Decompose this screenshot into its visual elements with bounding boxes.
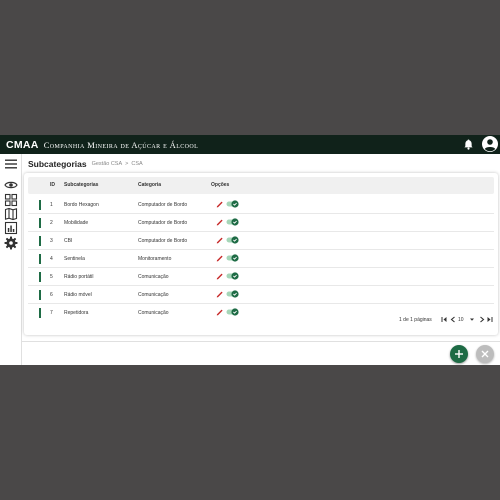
brand-subtitle: Companhia Mineira de Açúcar e Álcool xyxy=(43,139,199,150)
table-row: 4 Sentinela Monitoramento xyxy=(28,250,494,268)
cell-subcategoria: Sentinela xyxy=(64,256,85,262)
column-header-id[interactable]: ID xyxy=(50,182,55,188)
toggle-on-icon[interactable] xyxy=(226,308,239,316)
status-indicator xyxy=(39,290,41,300)
page-size-select[interactable]: 10 xyxy=(458,317,464,323)
edit-icon[interactable] xyxy=(216,290,224,298)
prev-page-icon[interactable] xyxy=(450,316,456,323)
edit-icon[interactable] xyxy=(216,272,224,280)
edit-icon[interactable] xyxy=(216,308,224,316)
table-row: 3 CBI Computador de Bordo xyxy=(28,232,494,250)
cell-subcategoria: CBI xyxy=(64,238,73,244)
status-indicator xyxy=(39,254,41,264)
toggle-on-icon[interactable] xyxy=(226,254,239,262)
account-icon[interactable] xyxy=(482,136,498,152)
page-header: Subcategorias Gestão CSA > CSA xyxy=(28,157,143,171)
edit-icon[interactable] xyxy=(216,200,224,208)
chevron-down-icon[interactable] xyxy=(469,316,475,323)
column-header-opcoes: Opções xyxy=(211,182,230,188)
add-icon xyxy=(455,350,463,358)
toggle-on-icon[interactable] xyxy=(226,218,239,226)
cell-categoria: Comunicação xyxy=(138,274,169,280)
cell-categoria: Computador de Bordo xyxy=(138,202,188,208)
close-icon xyxy=(481,350,489,358)
menu-icon[interactable] xyxy=(4,157,18,171)
toggle-on-icon[interactable] xyxy=(226,236,239,244)
cell-categoria: Comunicação xyxy=(138,292,169,298)
close-button[interactable] xyxy=(476,345,494,363)
add-button[interactable] xyxy=(450,345,468,363)
status-indicator xyxy=(39,272,41,282)
pagination-info: 1 de 1 páginas xyxy=(399,317,432,323)
page-title: Subcategorias xyxy=(28,159,87,169)
eye-icon[interactable] xyxy=(4,178,18,192)
table-row: 5 Rádio portátil Comunicação xyxy=(28,268,494,286)
bell-icon[interactable] xyxy=(464,139,473,150)
cell-subcategoria: Repetidora xyxy=(64,310,89,316)
next-page-icon[interactable] xyxy=(479,316,485,323)
cell-id: 3 xyxy=(50,238,53,244)
brand-logo: CMAA xyxy=(6,138,39,151)
edit-icon[interactable] xyxy=(216,218,224,226)
status-indicator xyxy=(39,200,41,210)
cell-id: 5 xyxy=(50,274,53,280)
cell-subcategoria: Rádio portátil xyxy=(64,274,94,280)
status-indicator xyxy=(39,308,41,318)
cell-id: 1 xyxy=(50,202,53,208)
sidebar xyxy=(0,154,22,365)
column-header-subcategoria[interactable]: Subcategorias xyxy=(64,182,98,188)
column-header-categoria[interactable]: Categoria xyxy=(138,182,161,188)
report-icon[interactable] xyxy=(4,221,18,235)
cell-id: 7 xyxy=(50,310,53,316)
cell-categoria: Comunicação xyxy=(138,310,169,316)
table-row: 2 Mobilidade Computador de Bordo xyxy=(28,214,494,232)
cell-subcategoria: Mobilidade xyxy=(64,220,89,226)
first-page-icon[interactable] xyxy=(441,316,447,323)
table-header: ID Subcategorias Categoria Opções xyxy=(28,177,494,194)
cell-categoria: Computador de Bordo xyxy=(138,220,188,226)
status-indicator xyxy=(39,236,41,246)
gear-icon[interactable] xyxy=(4,236,18,250)
breadcrumb-item[interactable]: CSA xyxy=(131,161,142,167)
map-icon[interactable] xyxy=(4,207,18,221)
cell-id: 2 xyxy=(50,220,53,226)
footer-divider xyxy=(22,341,500,342)
subcategories-table-card: ID Subcategorias Categoria Opções 1 Bord… xyxy=(24,173,498,335)
toggle-on-icon[interactable] xyxy=(226,290,239,298)
edit-icon[interactable] xyxy=(216,254,224,262)
toggle-on-icon[interactable] xyxy=(226,200,239,208)
table-row: 1 Bordo Hexagon Computador de Bordo xyxy=(28,196,494,214)
table-row: 6 Rádio móvel Comunicação xyxy=(28,286,494,304)
app-window: CMAA Companhia Mineira de Açúcar e Álcoo… xyxy=(0,135,500,365)
breadcrumb-separator: > xyxy=(125,161,129,167)
status-indicator xyxy=(39,218,41,228)
cell-categoria: Computador de Bordo xyxy=(138,238,188,244)
cell-categoria: Monitoramento xyxy=(138,256,172,262)
toggle-on-icon[interactable] xyxy=(226,272,239,280)
cell-id: 4 xyxy=(50,256,53,262)
cell-subcategoria: Rádio móvel xyxy=(64,292,92,298)
last-page-icon[interactable] xyxy=(487,316,493,323)
dashboard-icon[interactable] xyxy=(4,193,18,207)
cell-id: 6 xyxy=(50,292,53,298)
cell-subcategoria: Bordo Hexagon xyxy=(64,202,99,208)
breadcrumb-item[interactable]: Gestão CSA xyxy=(92,161,123,167)
edit-icon[interactable] xyxy=(216,236,224,244)
top-bar: CMAA Companhia Mineira de Açúcar e Álcoo… xyxy=(0,135,500,154)
